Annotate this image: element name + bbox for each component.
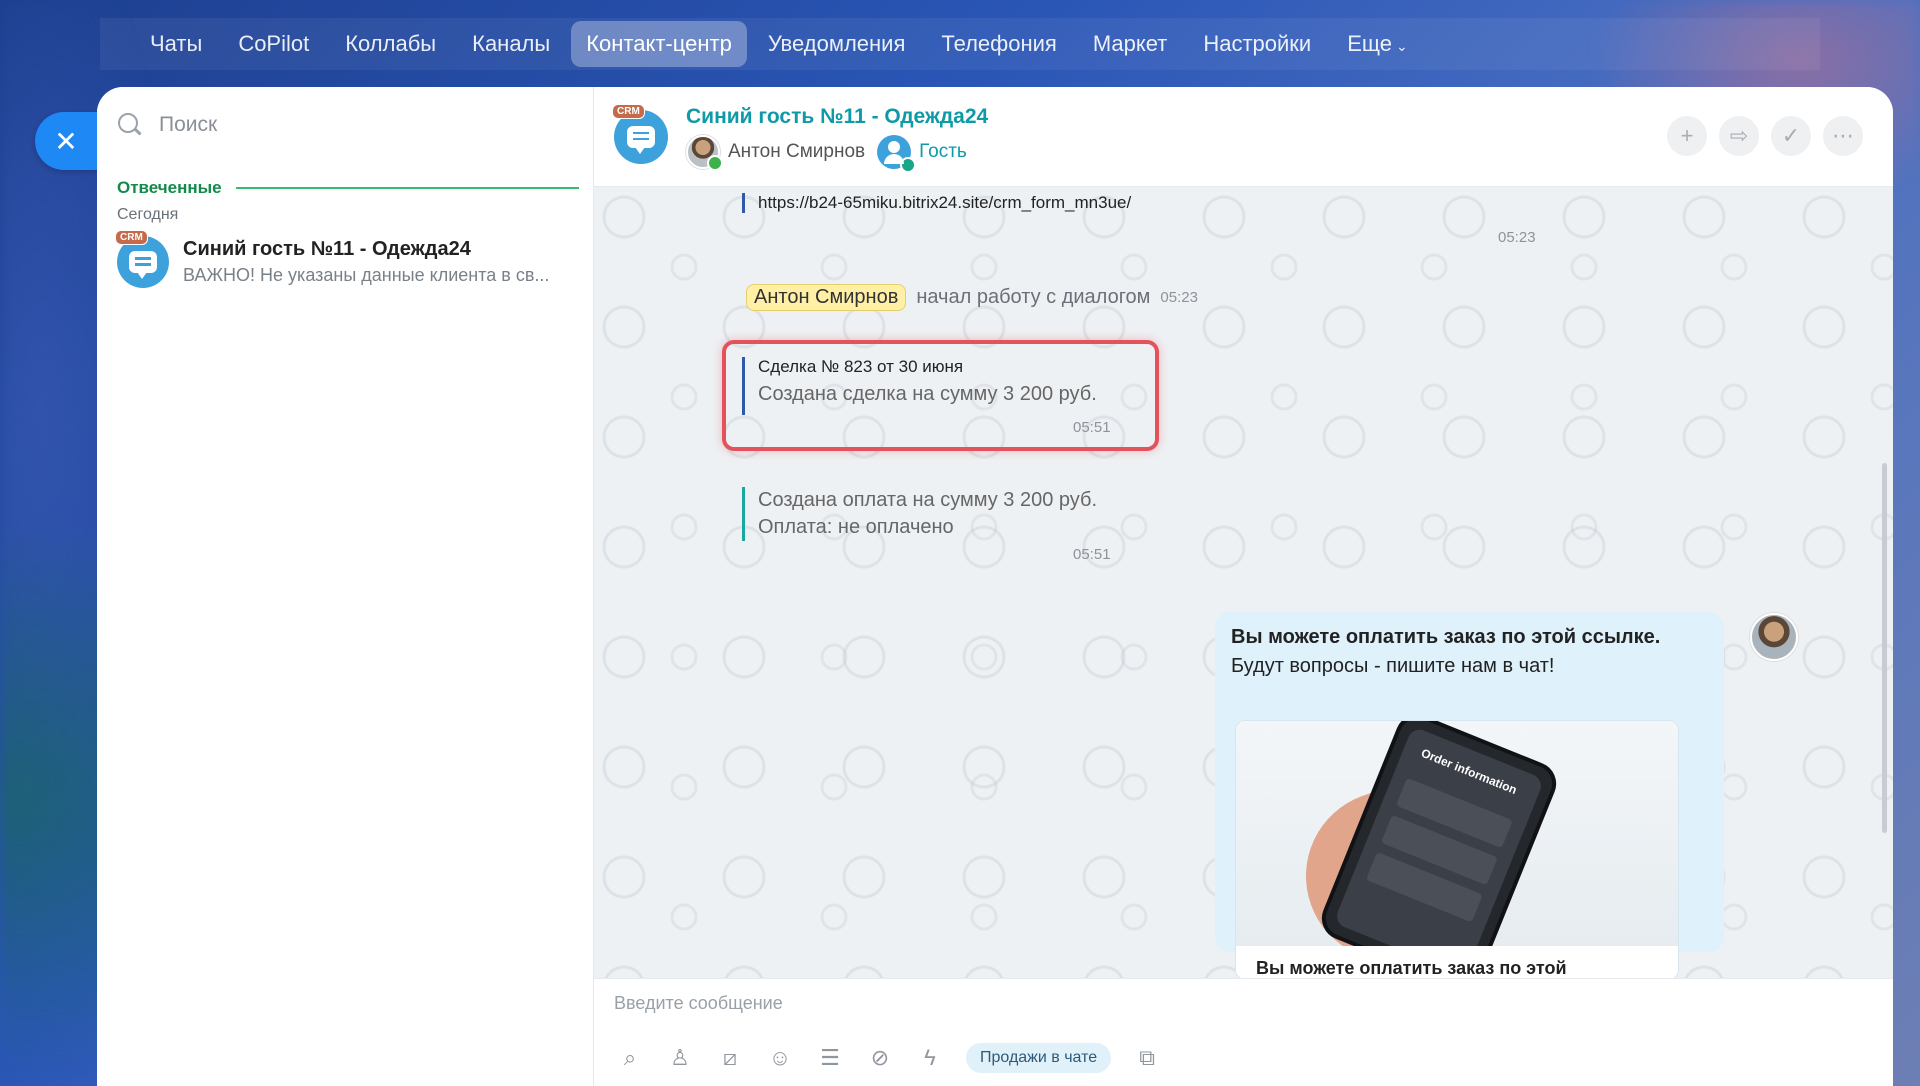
deal-title[interactable]: Сделка № 823 от 30 июня [758,357,1097,377]
composer-toolbar: ⌕ ♙ ⧄ ☺ ☰ ⊘ ϟ Продажи в чате ⧉ [616,1043,1161,1073]
system-text: начал работу с диалогом [916,286,1151,308]
search-input[interactable]: Поиск [159,113,217,137]
chat-panel: CRM Синий гость №11 - Одежда24 Антон Сми… [594,87,1893,1086]
sales-in-chat-button[interactable]: Продажи в чате [966,1043,1112,1073]
outgoing-message: Вы можете оплатить заказ по этой ссылке.… [1215,612,1724,978]
messenger-window: Поиск Отвеченные Сегодня CRM Синий гость… [97,87,1893,1086]
header-avatar[interactable]: CRM [612,103,668,164]
outgoing-bold-text: Вы можете оплатить заказ по этой ссылке. [1231,626,1661,648]
more-icon[interactable]: ⋯ [1823,116,1863,156]
top-navigation: Чаты CoPilot Коллабы Каналы Контакт-цент… [100,18,1820,70]
crown-icon [707,154,723,171]
payment-line: Создана оплата на сумму 3 200 руб. [758,489,1098,511]
nav-item-market[interactable]: Маркет [1078,21,1183,67]
message-input[interactable]: Введите сообщение [614,993,783,1014]
chat-title[interactable]: Синий гость №11 - Одежда24 [686,105,988,129]
system-user-name[interactable]: Антон Смирнов [746,284,907,311]
nav-item-chats[interactable]: Чаты [135,21,217,67]
command-icon[interactable]: ⧄ [716,1044,744,1072]
operator-avatar[interactable] [686,134,723,171]
operator-name[interactable]: Антон Смирнов [728,141,865,163]
deal-message[interactable]: Сделка № 823 от 30 июня Создана сделка н… [742,357,1097,415]
lightning-icon[interactable]: ϟ [916,1044,944,1072]
list-icon[interactable]: ☰ [816,1044,844,1072]
system-message: Антон Смирнов начал работу с диалогом 05… [746,284,1198,311]
chat-list-sidebar: Поиск Отвеченные Сегодня CRM Синий гость… [97,87,594,1086]
payment-status: Оплата: не оплачено [758,516,954,538]
forward-icon[interactable]: ⇨ [1719,116,1759,156]
outgoing-text: Будут вопросы - пишите нам в чат! [1231,655,1555,677]
nav-item-notifications[interactable]: Уведомления [753,21,921,67]
message-feed: https://b24-65miku.bitrix24.site/crm_for… [594,187,1893,978]
participants: Антон Смирнов Гость [686,134,988,173]
chevron-down-icon: ⌄ [1395,38,1408,54]
sender-avatar[interactable] [1750,613,1798,661]
check-icon[interactable]: ✓ [1771,116,1811,156]
message-time: 05:51 [1073,419,1111,436]
payment-message: Создана оплата на сумму 3 200 руб. Оплат… [742,487,1097,541]
close-icon: ✕ [54,125,78,157]
search-icon [117,112,143,138]
header-actions: + ⇨ ✓ ⋯ [1667,116,1863,156]
section-divider [235,187,579,189]
nav-item-settings[interactable]: Настройки [1188,21,1326,67]
message-time: 05:23 [1160,289,1198,306]
nav-item-telephony[interactable]: Телефония [926,21,1071,67]
chat-list-item[interactable]: CRM Синий гость №11 - Одежда24 ВАЖНО! Не… [97,224,593,300]
message-composer: Введите сообщение ⌕ ♙ ⧄ ☺ ☰ ⊘ ϟ Продажи … [594,978,1893,1086]
plus-icon[interactable]: + [1667,116,1707,156]
nav-item-collabs[interactable]: Коллабы [330,21,451,67]
scrollbar[interactable] [1882,463,1887,833]
guest-name[interactable]: Гость [919,141,967,163]
nav-item-contact-center[interactable]: Контакт-центр [571,21,747,67]
crm-badge: CRM [612,103,645,119]
message-time: 05:23 [1498,229,1536,246]
paperclip-icon[interactable]: ⌕ [616,1044,644,1072]
section-header: Отвеченные [97,178,593,198]
chat-avatar: CRM [115,230,169,288]
chat-name: Синий гость №11 - Одежда24 [183,238,471,260]
windows-icon[interactable]: ⧉ [1133,1044,1161,1072]
nav-item-channels[interactable]: Каналы [457,21,565,67]
link-preview-card[interactable]: Order information Вы можете оплатить зак… [1235,720,1679,978]
nav-item-copilot[interactable]: CoPilot [223,21,324,67]
search-bar[interactable]: Поиск [97,87,593,163]
close-button[interactable]: ✕ [35,112,97,170]
deal-text: Создана сделка на сумму 3 200 руб. [758,383,1097,405]
preview-caption: Вы можете оплатить заказ по этой [1256,958,1567,978]
message-time: 05:51 [1073,546,1111,563]
nav-more-label: Еще [1347,31,1392,56]
section-title: Отвеченные [117,178,222,197]
chat-preview: ВАЖНО! Не указаны данные клиента в св... [183,265,550,285]
guest-badge-icon [900,156,917,173]
phone-image: Order information [1236,721,1678,946]
nav-item-more[interactable]: Еще ⌄ [1332,21,1423,67]
section-date: Сегодня [117,206,179,223]
chat-header: CRM Синий гость №11 - Одежда24 Антон Сми… [594,87,1893,187]
crm-badge: CRM [115,230,148,245]
user-icon[interactable]: ♙ [666,1044,694,1072]
smile-icon[interactable]: ☺ [766,1044,794,1072]
hide-icon[interactable]: ⊘ [866,1044,894,1072]
url-message[interactable]: https://b24-65miku.bitrix24.site/crm_for… [742,193,1131,213]
guest-avatar[interactable] [877,134,917,173]
